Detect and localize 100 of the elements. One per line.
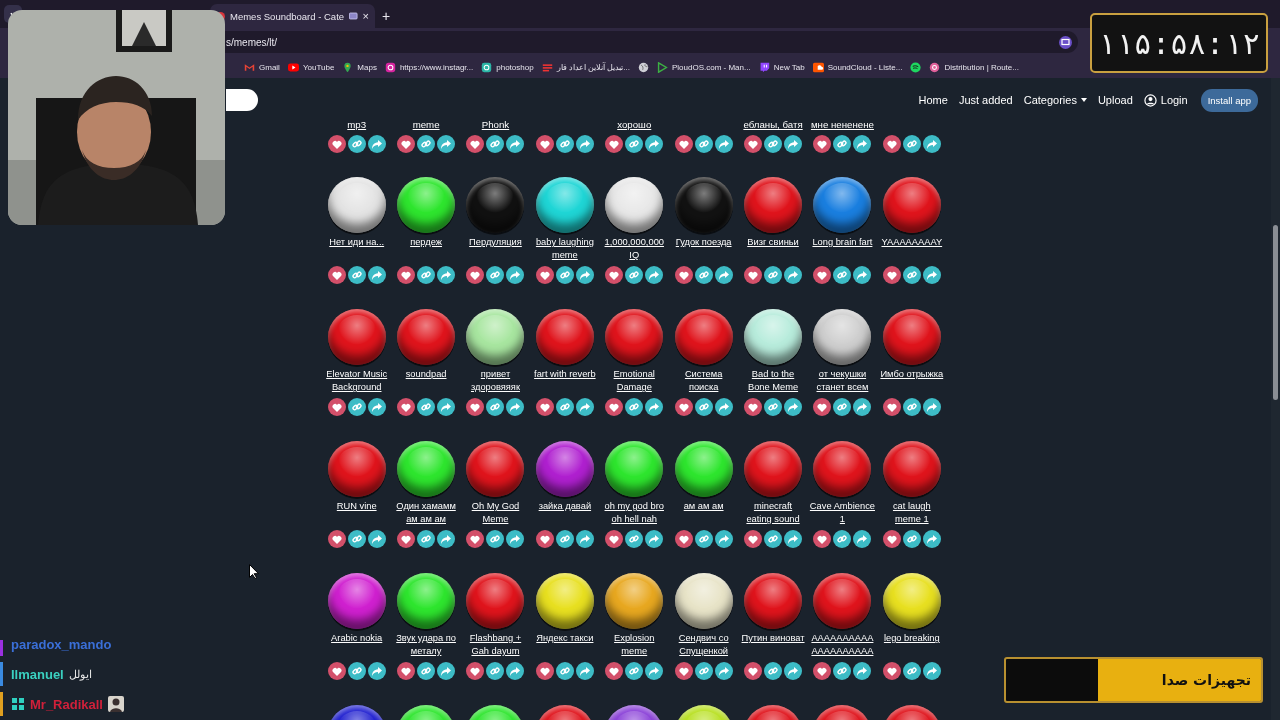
sound-button[interactable] <box>397 441 456 497</box>
share-button[interactable] <box>506 662 525 680</box>
share-button[interactable] <box>506 135 525 153</box>
favorite-button[interactable] <box>397 530 416 548</box>
sound-link[interactable]: Путин виноват <box>740 632 807 662</box>
favorite-button[interactable] <box>327 530 346 548</box>
sound-link[interactable]: Пердуляция <box>462 236 529 266</box>
copy-link-button[interactable] <box>555 135 574 153</box>
sound-button[interactable] <box>397 177 456 233</box>
copy-link-button[interactable] <box>417 662 436 680</box>
favorite-button[interactable] <box>327 266 346 284</box>
share-button[interactable] <box>437 266 456 284</box>
favorite-button[interactable] <box>466 662 485 680</box>
share-button[interactable] <box>784 398 803 416</box>
favorite-button[interactable] <box>327 398 346 416</box>
copy-link-button[interactable] <box>417 266 436 284</box>
sound-link[interactable]: Один хамамм ам ам ам <box>393 500 460 530</box>
bookmark[interactable]: PloudOS.com - Man... <box>657 61 751 73</box>
address-bar[interactable]: s/memes/lt/ <box>225 31 1078 53</box>
sound-link[interactable]: Explosion meme <box>601 632 668 662</box>
sound-link[interactable]: привет здоровяяяк <box>462 368 529 398</box>
sound-button[interactable] <box>605 573 664 629</box>
copy-link-button[interactable] <box>833 530 852 548</box>
share-button[interactable] <box>853 398 872 416</box>
favorite-button[interactable] <box>535 530 554 548</box>
sound-link[interactable]: от чекушки станет всем <box>809 368 876 398</box>
sound-button[interactable] <box>397 573 456 629</box>
copy-link-button[interactable] <box>625 266 644 284</box>
favorite-button[interactable] <box>605 266 624 284</box>
sound-link[interactable]: baby laughing meme <box>531 236 598 266</box>
copy-link-button[interactable] <box>833 266 852 284</box>
sound-button[interactable] <box>674 573 733 629</box>
favorite-button[interactable] <box>813 530 832 548</box>
copy-link-button[interactable] <box>486 662 505 680</box>
copy-link-button[interactable] <box>625 662 644 680</box>
share-button[interactable] <box>506 398 525 416</box>
favorite-button[interactable] <box>674 662 693 680</box>
sound-link[interactable]: Визг свиньи <box>740 236 807 266</box>
copy-link-button[interactable] <box>486 266 505 284</box>
sound-button[interactable] <box>535 177 594 233</box>
nav-link[interactable]: Home <box>918 94 948 106</box>
favorite-button[interactable] <box>535 266 554 284</box>
share-button[interactable] <box>784 530 803 548</box>
favorite-button[interactable] <box>882 398 901 416</box>
sound-link[interactable]: зайка давай <box>531 500 598 530</box>
share-button[interactable] <box>645 398 664 416</box>
copy-link-button[interactable] <box>347 398 366 416</box>
share-button[interactable] <box>922 662 941 680</box>
favorite-button[interactable] <box>744 398 763 416</box>
bookmark[interactable]: Maps <box>342 61 377 73</box>
sound-link[interactable]: Long brain fart <box>809 236 876 266</box>
scrollbar-thumb[interactable] <box>1273 225 1278 400</box>
sound-link[interactable]: ебланы, батя <box>743 118 803 131</box>
favorite-button[interactable] <box>327 662 346 680</box>
music-icon[interactable] <box>910 61 922 73</box>
sound-link[interactable]: oh my god bro oh hell nah <box>601 500 668 530</box>
sound-button[interactable] <box>327 177 386 233</box>
share-button[interactable] <box>922 398 941 416</box>
share-button[interactable] <box>645 135 664 153</box>
favorite-button[interactable] <box>744 135 763 153</box>
sound-link[interactable]: Emotional Damage <box>601 368 668 398</box>
copy-link-button[interactable] <box>902 530 921 548</box>
sound-link[interactable]: Bad to the Bone Meme <box>740 368 807 398</box>
favorite-button[interactable] <box>397 135 416 153</box>
sound-button[interactable] <box>882 573 941 629</box>
favorite-button[interactable] <box>882 135 901 153</box>
share-button[interactable] <box>645 662 664 680</box>
copy-link-button[interactable] <box>625 530 644 548</box>
favorite-button[interactable] <box>535 135 554 153</box>
favorite-button[interactable] <box>535 398 554 416</box>
share-button[interactable] <box>784 662 803 680</box>
share-button[interactable] <box>784 266 803 284</box>
sound-button[interactable] <box>813 309 872 365</box>
sound-link[interactable]: minecraft eating sound <box>740 500 807 530</box>
sound-link[interactable]: Oh My God Meme <box>462 500 529 530</box>
sound-button[interactable] <box>535 441 594 497</box>
copy-link-button[interactable] <box>694 398 713 416</box>
share-button[interactable] <box>575 398 594 416</box>
copy-link-button[interactable] <box>833 135 852 153</box>
sound-link[interactable]: ам ам ам <box>670 500 737 530</box>
favorite-button[interactable] <box>674 266 693 284</box>
share-button[interactable] <box>853 135 872 153</box>
sound-link[interactable]: RUN vine <box>323 500 390 530</box>
share-button[interactable] <box>437 135 456 153</box>
close-tab-button[interactable]: × <box>362 10 369 22</box>
share-button[interactable] <box>437 530 456 548</box>
share-button[interactable] <box>853 266 872 284</box>
share-button[interactable] <box>714 398 733 416</box>
favorite-button[interactable] <box>813 135 832 153</box>
nav-link[interactable]: Upload <box>1097 94 1133 106</box>
copy-link-button[interactable] <box>764 530 783 548</box>
copy-link-button[interactable] <box>625 135 644 153</box>
bookmark[interactable]: SoundCloud - Liste... <box>812 61 903 73</box>
copy-link-button[interactable] <box>347 662 366 680</box>
favorite-button[interactable] <box>397 398 416 416</box>
favorite-button[interactable] <box>466 135 485 153</box>
sound-link[interactable]: Система поиска <box>670 368 737 398</box>
favorite-button[interactable] <box>674 530 693 548</box>
copy-link-button[interactable] <box>555 530 574 548</box>
copy-link-button[interactable] <box>347 266 366 284</box>
